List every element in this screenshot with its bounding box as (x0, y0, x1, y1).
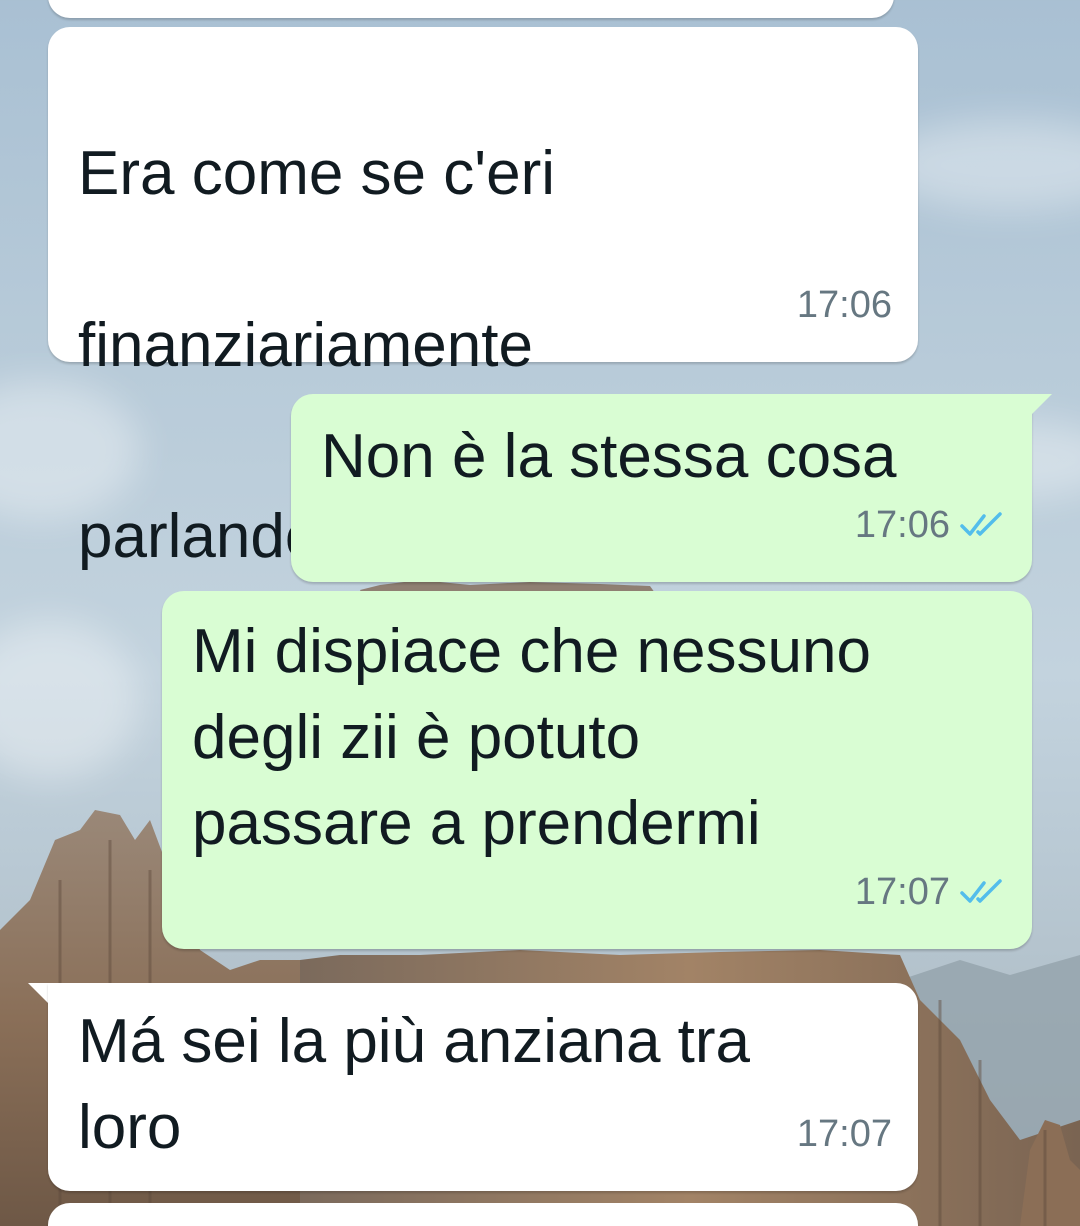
message-bubble-partial-top[interactable] (48, 0, 894, 18)
message-bubble-partial-bottom[interactable] (48, 1203, 918, 1226)
bubble-tail (1030, 394, 1052, 416)
message-time: 17:06 (796, 284, 892, 326)
message-bubble-outgoing[interactable]: Mi dispiace che nessuno degli zii è potu… (162, 591, 1032, 949)
message-time: 17:06 (854, 504, 950, 546)
message-bubble-incoming[interactable]: Era come se c'eri finanziariamente parla… (48, 27, 918, 573)
message-meta: 17:07 (855, 849, 1006, 935)
message-time: 17:07 (854, 871, 950, 913)
message-text-line: finanziariamente (78, 311, 533, 380)
message-meta: 17:06 (855, 482, 1006, 568)
bubble-tail (28, 983, 50, 1005)
message-text: Non è la stessa cosa (321, 422, 897, 491)
message-text: Má sei la più anziana tra loro (78, 1007, 751, 1162)
message-bubble-outgoing[interactable]: Non è la stessa cosa 17:06 (291, 394, 1032, 582)
double-check-read-icon (960, 512, 1002, 536)
message-text-line: Era come se c'eri (78, 139, 555, 208)
double-check-read-icon (960, 879, 1002, 903)
message-bubble-incoming[interactable]: Má sei la più anziana tra loro 17:07 (48, 983, 918, 1191)
message-meta: 17:06 (797, 262, 892, 348)
message-time: 17:07 (796, 1113, 892, 1155)
message-meta: 17:07 (797, 1091, 892, 1177)
message-list[interactable]: Era come se c'eri finanziariamente parla… (0, 0, 1080, 1226)
message-text: Mi dispiace che nessuno degli zii è potu… (192, 617, 871, 858)
